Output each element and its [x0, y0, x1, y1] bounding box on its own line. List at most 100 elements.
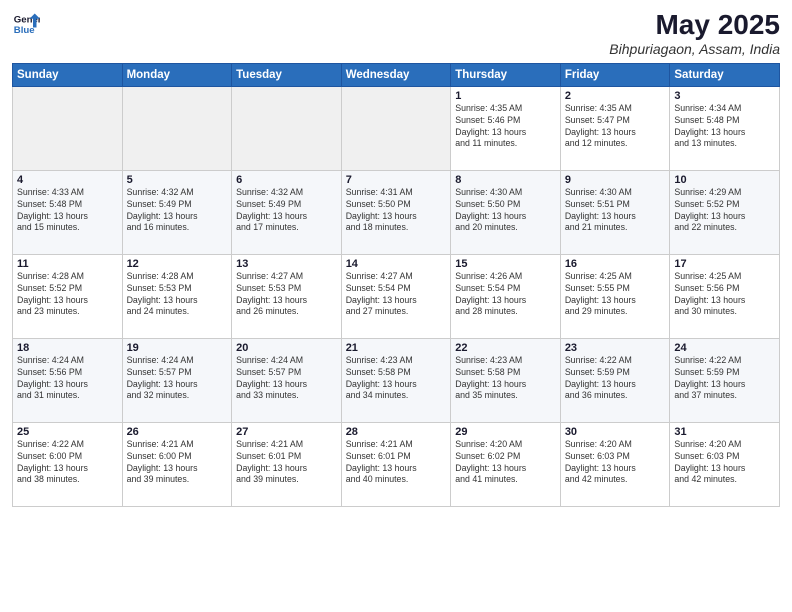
calendar-week-row: 18Sunrise: 4:24 AMSunset: 5:56 PMDayligh… [13, 338, 780, 422]
day-number: 7 [346, 174, 447, 186]
calendar-cell: 10Sunrise: 4:29 AMSunset: 5:52 PMDayligh… [670, 170, 780, 254]
col-header-saturday: Saturday [670, 63, 780, 86]
calendar-cell: 6Sunrise: 4:32 AMSunset: 5:49 PMDaylight… [232, 170, 342, 254]
day-detail: Sunrise: 4:34 AMSunset: 5:48 PMDaylight:… [674, 103, 775, 151]
calendar-week-row: 1Sunrise: 4:35 AMSunset: 5:46 PMDaylight… [13, 86, 780, 170]
day-detail: Sunrise: 4:21 AMSunset: 6:00 PMDaylight:… [127, 439, 228, 487]
calendar-week-row: 11Sunrise: 4:28 AMSunset: 5:52 PMDayligh… [13, 254, 780, 338]
day-detail: Sunrise: 4:24 AMSunset: 5:57 PMDaylight:… [127, 355, 228, 403]
day-number: 30 [565, 426, 666, 438]
calendar-cell: 31Sunrise: 4:20 AMSunset: 6:03 PMDayligh… [670, 422, 780, 506]
day-detail: Sunrise: 4:20 AMSunset: 6:03 PMDaylight:… [565, 439, 666, 487]
calendar-week-row: 25Sunrise: 4:22 AMSunset: 6:00 PMDayligh… [13, 422, 780, 506]
calendar-cell: 4Sunrise: 4:33 AMSunset: 5:48 PMDaylight… [13, 170, 123, 254]
day-number: 15 [455, 258, 556, 270]
day-number: 3 [674, 90, 775, 102]
calendar-cell: 2Sunrise: 4:35 AMSunset: 5:47 PMDaylight… [560, 86, 670, 170]
day-number: 16 [565, 258, 666, 270]
day-detail: Sunrise: 4:32 AMSunset: 5:49 PMDaylight:… [236, 187, 337, 235]
day-number: 9 [565, 174, 666, 186]
day-number: 11 [17, 258, 118, 270]
col-header-tuesday: Tuesday [232, 63, 342, 86]
day-number: 5 [127, 174, 228, 186]
col-header-thursday: Thursday [451, 63, 561, 86]
day-detail: Sunrise: 4:23 AMSunset: 5:58 PMDaylight:… [346, 355, 447, 403]
day-detail: Sunrise: 4:20 AMSunset: 6:02 PMDaylight:… [455, 439, 556, 487]
day-number: 1 [455, 90, 556, 102]
col-header-sunday: Sunday [13, 63, 123, 86]
day-number: 31 [674, 426, 775, 438]
calendar-cell: 26Sunrise: 4:21 AMSunset: 6:00 PMDayligh… [122, 422, 232, 506]
day-detail: Sunrise: 4:22 AMSunset: 5:59 PMDaylight:… [565, 355, 666, 403]
calendar-cell: 15Sunrise: 4:26 AMSunset: 5:54 PMDayligh… [451, 254, 561, 338]
col-header-friday: Friday [560, 63, 670, 86]
day-number: 17 [674, 258, 775, 270]
calendar-cell: 9Sunrise: 4:30 AMSunset: 5:51 PMDaylight… [560, 170, 670, 254]
calendar-cell: 16Sunrise: 4:25 AMSunset: 5:55 PMDayligh… [560, 254, 670, 338]
calendar-cell: 14Sunrise: 4:27 AMSunset: 5:54 PMDayligh… [341, 254, 451, 338]
calendar-cell: 23Sunrise: 4:22 AMSunset: 5:59 PMDayligh… [560, 338, 670, 422]
day-detail: Sunrise: 4:30 AMSunset: 5:51 PMDaylight:… [565, 187, 666, 235]
calendar-table: SundayMondayTuesdayWednesdayThursdayFrid… [12, 63, 780, 507]
calendar-cell: 22Sunrise: 4:23 AMSunset: 5:58 PMDayligh… [451, 338, 561, 422]
day-number: 26 [127, 426, 228, 438]
day-number: 19 [127, 342, 228, 354]
calendar-cell: 28Sunrise: 4:21 AMSunset: 6:01 PMDayligh… [341, 422, 451, 506]
calendar-header-row: SundayMondayTuesdayWednesdayThursdayFrid… [13, 63, 780, 86]
calendar-cell: 5Sunrise: 4:32 AMSunset: 5:49 PMDaylight… [122, 170, 232, 254]
calendar-cell: 12Sunrise: 4:28 AMSunset: 5:53 PMDayligh… [122, 254, 232, 338]
day-number: 27 [236, 426, 337, 438]
calendar-cell: 24Sunrise: 4:22 AMSunset: 5:59 PMDayligh… [670, 338, 780, 422]
calendar-cell [341, 86, 451, 170]
calendar-week-row: 4Sunrise: 4:33 AMSunset: 5:48 PMDaylight… [13, 170, 780, 254]
day-number: 12 [127, 258, 228, 270]
day-detail: Sunrise: 4:27 AMSunset: 5:53 PMDaylight:… [236, 271, 337, 319]
logo-icon: General Blue [12, 10, 40, 38]
day-detail: Sunrise: 4:25 AMSunset: 5:56 PMDaylight:… [674, 271, 775, 319]
calendar-cell: 25Sunrise: 4:22 AMSunset: 6:00 PMDayligh… [13, 422, 123, 506]
day-number: 10 [674, 174, 775, 186]
day-number: 22 [455, 342, 556, 354]
day-number: 29 [455, 426, 556, 438]
day-detail: Sunrise: 4:28 AMSunset: 5:53 PMDaylight:… [127, 271, 228, 319]
month-title: May 2025 [609, 10, 780, 41]
calendar-cell: 7Sunrise: 4:31 AMSunset: 5:50 PMDaylight… [341, 170, 451, 254]
day-detail: Sunrise: 4:24 AMSunset: 5:56 PMDaylight:… [17, 355, 118, 403]
calendar-cell: 29Sunrise: 4:20 AMSunset: 6:02 PMDayligh… [451, 422, 561, 506]
calendar-cell: 30Sunrise: 4:20 AMSunset: 6:03 PMDayligh… [560, 422, 670, 506]
day-detail: Sunrise: 4:23 AMSunset: 5:58 PMDaylight:… [455, 355, 556, 403]
calendar-cell: 13Sunrise: 4:27 AMSunset: 5:53 PMDayligh… [232, 254, 342, 338]
page-container: General Blue May 2025 Bihpuriagaon, Assa… [0, 0, 792, 612]
col-header-monday: Monday [122, 63, 232, 86]
day-detail: Sunrise: 4:27 AMSunset: 5:54 PMDaylight:… [346, 271, 447, 319]
title-block: May 2025 Bihpuriagaon, Assam, India [609, 10, 780, 57]
day-detail: Sunrise: 4:22 AMSunset: 5:59 PMDaylight:… [674, 355, 775, 403]
day-number: 14 [346, 258, 447, 270]
day-number: 21 [346, 342, 447, 354]
day-detail: Sunrise: 4:30 AMSunset: 5:50 PMDaylight:… [455, 187, 556, 235]
calendar-cell: 20Sunrise: 4:24 AMSunset: 5:57 PMDayligh… [232, 338, 342, 422]
day-detail: Sunrise: 4:29 AMSunset: 5:52 PMDaylight:… [674, 187, 775, 235]
calendar-cell: 17Sunrise: 4:25 AMSunset: 5:56 PMDayligh… [670, 254, 780, 338]
day-number: 13 [236, 258, 337, 270]
calendar-cell: 21Sunrise: 4:23 AMSunset: 5:58 PMDayligh… [341, 338, 451, 422]
day-number: 23 [565, 342, 666, 354]
svg-text:Blue: Blue [14, 25, 35, 36]
calendar-cell: 19Sunrise: 4:24 AMSunset: 5:57 PMDayligh… [122, 338, 232, 422]
day-number: 2 [565, 90, 666, 102]
location-title: Bihpuriagaon, Assam, India [609, 41, 780, 57]
calendar-cell: 18Sunrise: 4:24 AMSunset: 5:56 PMDayligh… [13, 338, 123, 422]
header: General Blue May 2025 Bihpuriagaon, Assa… [12, 10, 780, 57]
day-number: 4 [17, 174, 118, 186]
day-detail: Sunrise: 4:28 AMSunset: 5:52 PMDaylight:… [17, 271, 118, 319]
day-detail: Sunrise: 4:26 AMSunset: 5:54 PMDaylight:… [455, 271, 556, 319]
day-detail: Sunrise: 4:24 AMSunset: 5:57 PMDaylight:… [236, 355, 337, 403]
logo: General Blue [12, 10, 40, 38]
calendar-cell [232, 86, 342, 170]
day-number: 8 [455, 174, 556, 186]
day-number: 20 [236, 342, 337, 354]
day-detail: Sunrise: 4:22 AMSunset: 6:00 PMDaylight:… [17, 439, 118, 487]
day-detail: Sunrise: 4:32 AMSunset: 5:49 PMDaylight:… [127, 187, 228, 235]
day-number: 18 [17, 342, 118, 354]
day-detail: Sunrise: 4:33 AMSunset: 5:48 PMDaylight:… [17, 187, 118, 235]
